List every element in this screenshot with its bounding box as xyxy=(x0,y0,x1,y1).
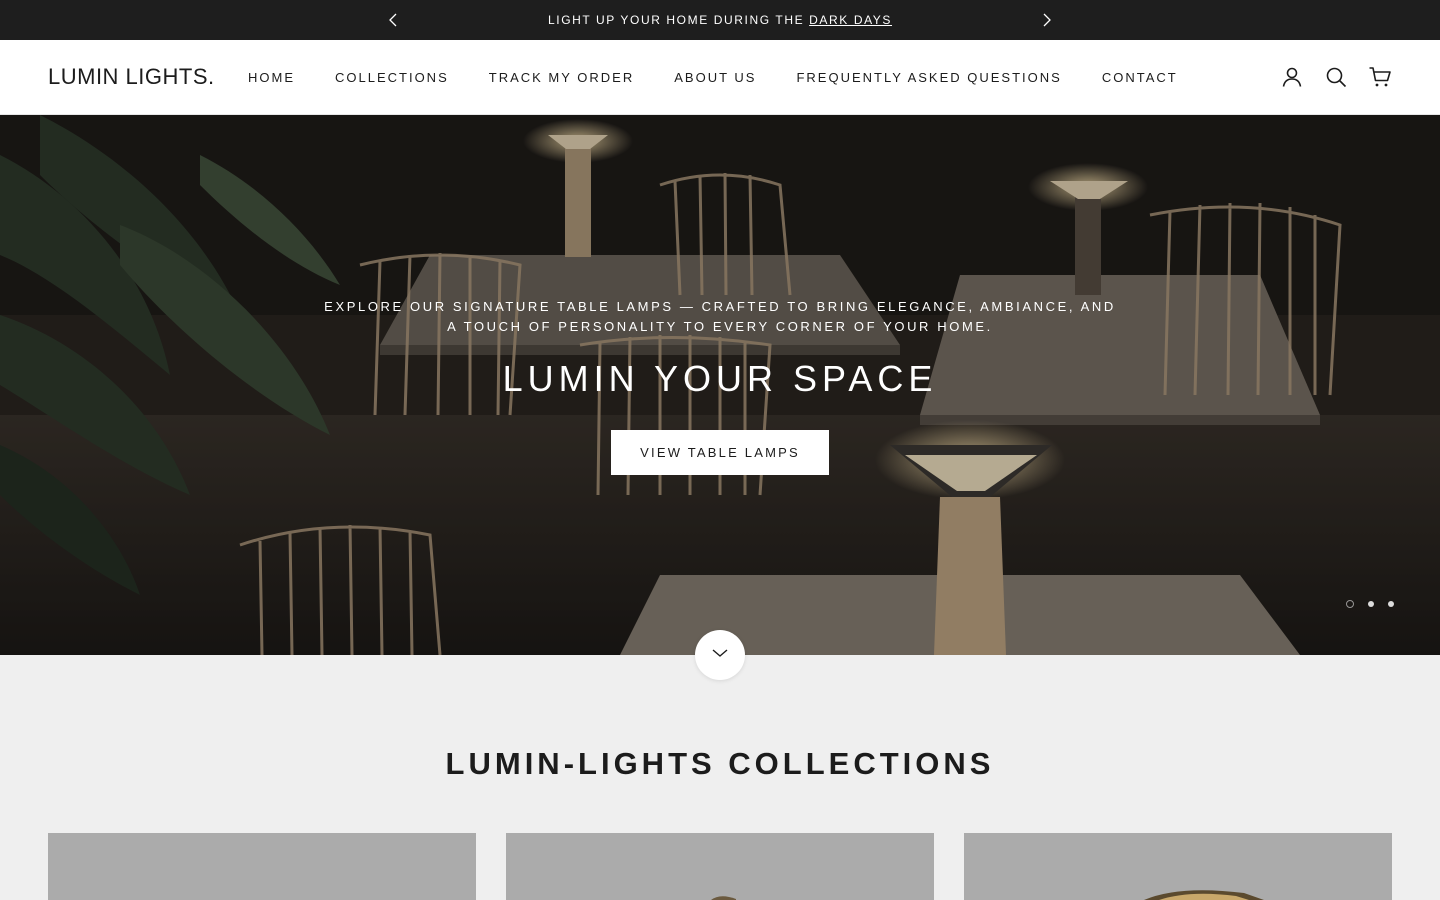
collection-image xyxy=(1144,890,1264,900)
main-nav: HOME COLLECTIONS TRACK MY ORDER ABOUT US… xyxy=(248,70,1218,85)
hero-slideshow: EXPLORE OUR SIGNATURE TABLE LAMPS — CRAF… xyxy=(0,115,1440,655)
collection-card[interactable] xyxy=(48,833,476,900)
next-announcement-arrow-icon[interactable] xyxy=(1037,11,1055,29)
slide-dot-1[interactable] xyxy=(1346,600,1354,608)
scroll-down-button[interactable] xyxy=(695,630,745,680)
search-icon[interactable] xyxy=(1324,65,1348,89)
announcement-bar: LIGHT UP YOUR HOME DURING THE DARK DAYS xyxy=(0,0,1440,40)
announcement-text: LIGHT UP YOUR HOME DURING THE xyxy=(547,13,810,27)
hero-subtitle: EXPLORE OUR SIGNATURE TABLE LAMPS — CRAF… xyxy=(324,299,1116,334)
chevron-down-icon xyxy=(711,646,729,664)
site-header: LUMIN LIGHTS. HOME COLLECTIONS TRACK MY … xyxy=(0,40,1440,115)
nav-home[interactable]: HOME xyxy=(248,70,295,85)
nav-faq[interactable]: FREQUENTLY ASKED QUESTIONS xyxy=(796,70,1061,85)
cart-icon[interactable] xyxy=(1368,65,1392,89)
announcement-link[interactable]: DARK DAYS xyxy=(809,13,892,27)
slide-dot-2[interactable] xyxy=(1368,601,1374,607)
account-icon[interactable] xyxy=(1280,65,1304,89)
nav-contact[interactable]: CONTACT xyxy=(1102,70,1178,85)
site-logo[interactable]: LUMIN LIGHTS. xyxy=(48,64,215,90)
slideshow-dots xyxy=(1346,600,1394,608)
collection-image xyxy=(711,896,736,900)
collection-card[interactable] xyxy=(506,833,934,900)
announcement-message: LIGHT UP YOUR HOME DURING THE DARK DAYS xyxy=(0,13,1440,27)
collection-card[interactable] xyxy=(964,833,1392,900)
nav-track-my-order[interactable]: TRACK MY ORDER xyxy=(489,70,635,85)
nav-collections[interactable]: COLLECTIONS xyxy=(335,70,449,85)
collections-heading: LUMIN-LIGHTS COLLECTIONS xyxy=(445,746,995,781)
slide-dot-3[interactable] xyxy=(1388,601,1394,607)
nav-about-us[interactable]: ABOUT US xyxy=(674,70,756,85)
header-icons xyxy=(1280,65,1392,89)
hero-title: LUMIN YOUR SPACE xyxy=(502,358,938,399)
view-table-lamps-button[interactable]: VIEW TABLE LAMPS xyxy=(611,430,829,475)
